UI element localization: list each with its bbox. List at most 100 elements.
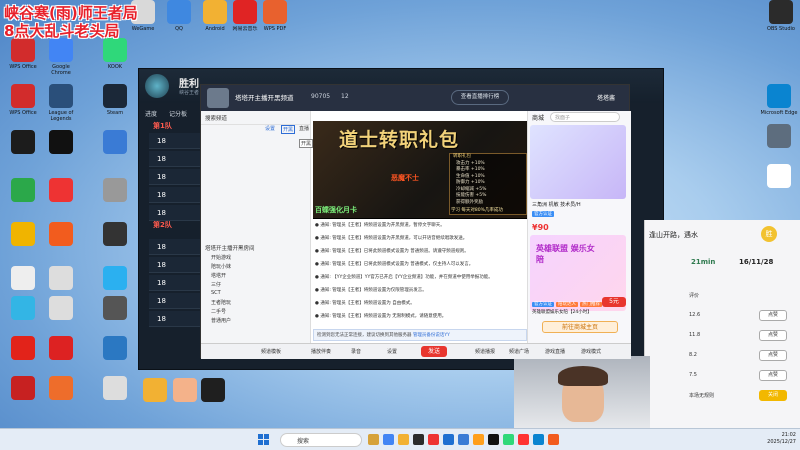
chat-header: 塔塔开主播开黑频道 90705 12 查看直播排行榜 塔塔酱: [201, 85, 629, 111]
like-button[interactable]: 点赞: [759, 350, 787, 361]
yy-chat-window[interactable]: 塔塔开主播开黑频道 90705 12 查看直播排行榜 塔塔酱 搜索频道 塔塔开主…: [200, 84, 631, 359]
desktop-icon[interactable]: [4, 376, 42, 422]
desktop-icon[interactable]: [4, 222, 42, 268]
member-item[interactable]: 塔塔开: [201, 271, 310, 280]
app-icon: [103, 266, 127, 290]
desktop-icon[interactable]: [194, 378, 232, 424]
member-item[interactable]: 陪玩小妹: [201, 262, 310, 271]
desktop-icon[interactable]: [96, 130, 134, 176]
member-item[interactable]: 王者陪玩: [201, 298, 310, 307]
toolbar-item[interactable]: 游戏模式: [581, 348, 601, 355]
desktop-icon-label: Steam: [106, 110, 124, 116]
member-item[interactable]: 开始游戏: [201, 253, 310, 262]
chat-message: ● 通知: 管理员【王者】已将此频道模式设置为 普通频道。请遵守频道规则。: [315, 249, 469, 254]
desktop-icon[interactable]: WPS Office: [4, 84, 42, 130]
tab-settings[interactable]: 设置: [265, 125, 275, 132]
desktop-icon[interactable]: [4, 130, 42, 176]
shop-home-button[interactable]: 前往商城主页: [542, 321, 618, 333]
desktop-icon[interactable]: QQ: [160, 0, 198, 46]
channel-search-input[interactable]: 搜索频道: [201, 111, 310, 125]
rank-button[interactable]: 查看直播排行榜: [451, 90, 509, 105]
member-item[interactable]: 普通用户: [201, 316, 310, 325]
desktop-icon[interactable]: League of Legends: [42, 84, 80, 130]
desktop-icon[interactable]: [42, 222, 80, 268]
desktop-icon[interactable]: [96, 376, 134, 422]
taskbar-app-icon[interactable]: [548, 434, 559, 445]
toolbar-item[interactable]: 频道广场: [509, 348, 529, 355]
desktop-icon[interactable]: Google Chrome: [42, 38, 80, 84]
shop-card2-price[interactable]: 5元: [602, 297, 626, 307]
app-icon: [103, 336, 127, 360]
desktop-icon[interactable]: [4, 178, 42, 224]
like-button[interactable]: 点赞: [759, 370, 787, 381]
desktop-icon[interactable]: [42, 376, 80, 422]
shop-card-1[interactable]: [530, 125, 626, 199]
stat-row: 评价: [649, 290, 797, 304]
app-icon: [103, 178, 127, 202]
desktop-icon[interactable]: OBS Studio: [762, 0, 800, 46]
taskbar-app-icon[interactable]: [533, 434, 544, 445]
app-icon: [103, 84, 127, 108]
stat-value: 7.5: [689, 372, 697, 378]
taskbar-app-icon[interactable]: [473, 434, 484, 445]
like-button[interactable]: 点赞: [759, 310, 787, 321]
taskbar-app-icon[interactable]: [518, 434, 529, 445]
streamer-hair: [558, 366, 608, 386]
game-tab-progress[interactable]: 进度: [145, 109, 157, 118]
game-tab-scoreboard[interactable]: 记分板: [169, 109, 187, 118]
tab-live[interactable]: 直播: [299, 125, 309, 132]
stat-row: 本场无规则 关闭: [649, 390, 797, 404]
desktop-icon[interactable]: [760, 164, 798, 210]
match-kda: 16/11/28: [739, 258, 774, 266]
like-button[interactable]: 关闭: [759, 390, 787, 401]
app-icon: [11, 178, 35, 202]
match-duration: 21min: [691, 258, 716, 266]
system-clock[interactable]: 21:02 2025/12/27: [767, 432, 796, 446]
desktop-icon-label: WPS Office: [9, 110, 37, 116]
member-item[interactable]: 二手号: [201, 307, 310, 316]
app-icon: [11, 296, 35, 320]
taskbar-app-icon[interactable]: [488, 434, 499, 445]
taskbar-app-icon[interactable]: [368, 434, 379, 445]
taskbar-app-icon[interactable]: [398, 434, 409, 445]
taskbar-app-icon[interactable]: [383, 434, 394, 445]
app-icon: [49, 38, 73, 62]
toolbar-item[interactable]: 游戏直播: [545, 348, 565, 355]
taskbar-app-icon[interactable]: [503, 434, 514, 445]
promo-poster[interactable]: 道士转职礼包 转职礼包 攻击力 +10% 暴击率 +10% 生命值 +10% 防御力 …: [313, 121, 527, 219]
desktop-icon[interactable]: WPS PDF: [256, 0, 294, 46]
toolbar-item[interactable]: 频道模板: [261, 348, 281, 355]
toolbar-item[interactable]: 设置: [387, 348, 397, 355]
desktop-icon[interactable]: [42, 130, 80, 176]
tab-kaihei[interactable]: 开黑: [281, 125, 296, 134]
toolbar-item[interactable]: 频道播报: [475, 348, 495, 355]
desktop-icon[interactable]: [42, 178, 80, 224]
webcam-overlay: [514, 356, 650, 428]
taskbar-app-icon[interactable]: [428, 434, 439, 445]
poster-red-label: 恶魔不士: [391, 174, 419, 182]
desktop-icon[interactable]: KOOK: [96, 38, 134, 84]
like-button[interactable]: 点赞: [759, 330, 787, 341]
desktop-icon[interactable]: Steam: [96, 84, 134, 130]
desktop-icon[interactable]: [96, 178, 134, 224]
taskbar-app-icon[interactable]: [413, 434, 424, 445]
desktop-icon-label: OBS Studio: [767, 26, 795, 32]
app-icon: [201, 378, 225, 402]
taskbar-app-icon[interactable]: [458, 434, 469, 445]
member-item[interactable]: SCT: [201, 289, 310, 298]
desktop-icon[interactable]: [96, 222, 134, 268]
shop-card1-price: ¥90: [532, 223, 549, 232]
user-name[interactable]: 塔塔酱: [597, 93, 615, 102]
channel-section-title[interactable]: 塔塔开主播开黑房间: [201, 243, 310, 253]
message-input[interactable]: 检测到您无法正常连接，建议切换到其他服务器 管理员备份说话YY: [313, 329, 527, 341]
taskbar-search-input[interactable]: 搜索: [280, 433, 362, 447]
send-button[interactable]: 发送: [421, 346, 447, 357]
app-icon: [103, 376, 127, 400]
toolbar-item[interactable]: 播放伴奏: [311, 348, 331, 355]
toolbar-item[interactable]: 录音: [351, 348, 361, 355]
start-icon[interactable]: [258, 434, 270, 446]
taskbar-app-icon[interactable]: [443, 434, 454, 445]
member-item[interactable]: 三仔: [201, 280, 310, 289]
desktop-icon[interactable]: WPS Office: [4, 38, 42, 84]
shop-search-input[interactable]: 找面子: [550, 112, 620, 122]
